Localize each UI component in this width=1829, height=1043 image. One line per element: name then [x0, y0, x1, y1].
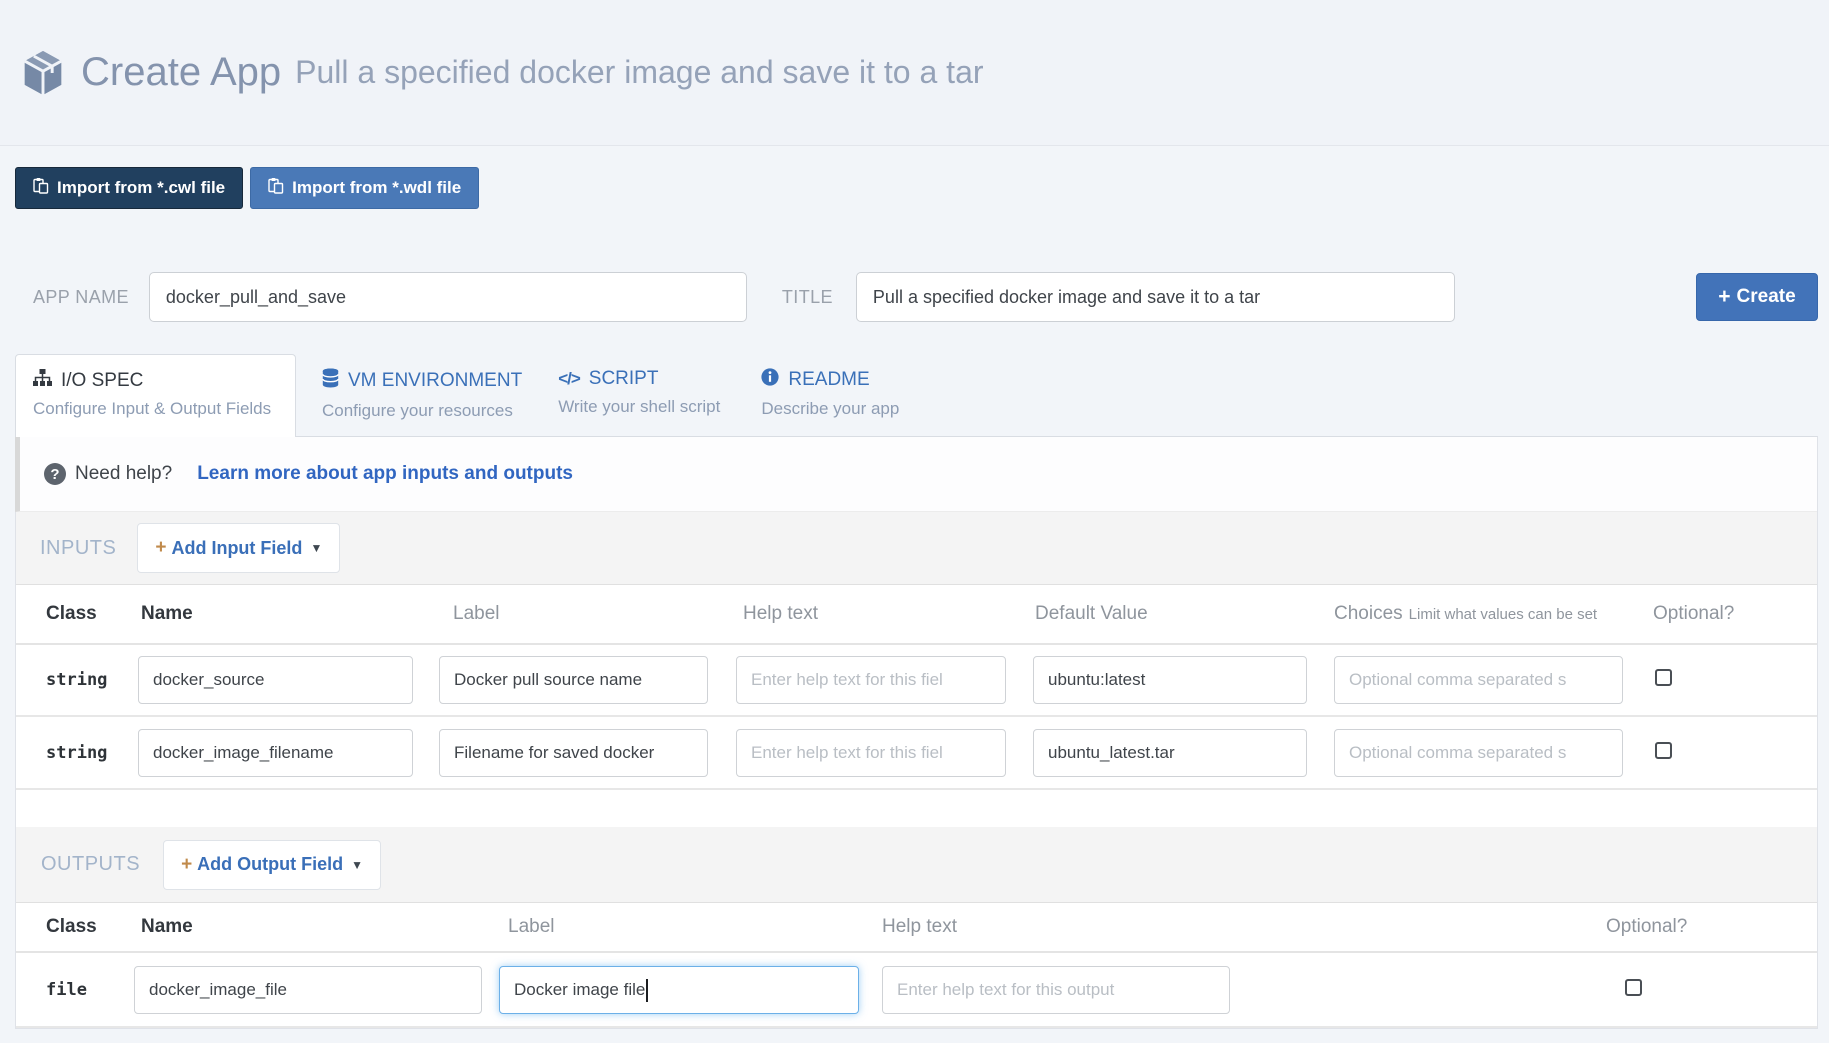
table-row: file	[16, 953, 1817, 1028]
table-row: string	[16, 645, 1817, 717]
import-wdl-button[interactable]: Import from *.wdl file	[250, 167, 479, 209]
optional-checkbox[interactable]	[1625, 979, 1642, 996]
optional-checkbox[interactable]	[1655, 742, 1672, 759]
caret-down-icon: ▼	[310, 541, 322, 555]
input-label-field[interactable]	[439, 729, 708, 777]
add-input-field-label: Add Input Field	[171, 538, 302, 559]
tab-label: README	[788, 369, 869, 391]
outputs-section-header: OUTPUTS + Add Output Field ▼	[16, 827, 1817, 903]
plus-icon: +	[155, 537, 166, 559]
plus-icon: +	[181, 854, 192, 876]
input-label-field[interactable]	[439, 656, 708, 704]
input-default-field[interactable]	[1033, 656, 1307, 704]
sitemap-icon	[33, 369, 52, 392]
code-icon: </>	[558, 369, 580, 389]
cube-icon	[21, 49, 65, 97]
column-header-choices: ChoicesLimit what values can be set	[1334, 603, 1623, 625]
output-name-field[interactable]	[134, 966, 482, 1014]
page-header: Create App Pull a specified docker image…	[0, 0, 1829, 146]
learn-more-link[interactable]: Learn more about app inputs and outputs	[197, 463, 573, 485]
input-default-field[interactable]	[1033, 729, 1307, 777]
input-class: string	[46, 743, 138, 763]
column-header-label: Label	[499, 916, 859, 938]
app-name-label: APP NAME	[33, 287, 129, 308]
add-output-field-button[interactable]: + Add Output Field ▼	[163, 840, 381, 890]
tab-sublabel: Describe your app	[761, 399, 899, 419]
tab-vm-environment[interactable]: VM ENVIRONMENT Configure your resources	[322, 354, 522, 436]
input-name-field[interactable]	[138, 656, 413, 704]
choices-hint: Limit what values can be set	[1409, 606, 1597, 623]
inputs-section-header: INPUTS + Add Input Field ▼	[16, 512, 1817, 585]
add-output-field-label: Add Output Field	[197, 854, 343, 875]
paste-icon	[268, 177, 284, 199]
column-header-default: Default Value	[1033, 603, 1307, 625]
output-label-field[interactable]	[499, 966, 859, 1014]
tab-sublabel: Configure Input & Output Fields	[33, 399, 295, 419]
column-header-name: Name	[138, 603, 413, 625]
table-row: string	[16, 717, 1817, 790]
optional-checkbox[interactable]	[1655, 669, 1672, 686]
plus-icon: +	[1718, 285, 1730, 309]
import-wdl-label: Import from *.wdl file	[292, 178, 461, 198]
section-gap	[16, 790, 1817, 827]
inputs-section-label: INPUTS	[40, 537, 116, 560]
page-title: Create App	[81, 50, 281, 95]
tab-sublabel: Write your shell script	[558, 397, 720, 417]
page-subtitle: Pull a specified docker image and save i…	[295, 54, 983, 91]
input-name-field[interactable]	[138, 729, 413, 777]
create-button-label: Create	[1737, 286, 1796, 308]
title-label: TITLE	[782, 287, 833, 308]
output-class: file	[46, 980, 134, 1000]
input-help-field[interactable]	[736, 656, 1006, 704]
column-header-class: Class	[46, 603, 138, 625]
app-meta-form: APP NAME TITLE + Create	[15, 272, 1818, 322]
column-header-label: Label	[439, 603, 708, 625]
column-header-help: Help text	[882, 916, 1230, 938]
column-header-help: Help text	[736, 603, 1006, 625]
tab-io-spec[interactable]: I/O SPEC Configure Input & Output Fields	[15, 354, 296, 437]
tab-bar: I/O SPEC Configure Input & Output Fields…	[15, 354, 1829, 436]
info-icon	[761, 368, 779, 392]
outputs-section-label: OUTPUTS	[41, 853, 140, 876]
create-button[interactable]: + Create	[1696, 273, 1818, 321]
input-choices-field[interactable]	[1334, 656, 1623, 704]
tab-readme[interactable]: README Describe your app	[761, 354, 899, 436]
import-cwl-button[interactable]: Import from *.cwl file	[15, 167, 243, 209]
inputs-table-header: Class Name Label Help text Default Value…	[16, 585, 1817, 645]
paste-icon	[33, 177, 49, 199]
tab-label: VM ENVIRONMENT	[348, 370, 522, 392]
column-header-optional: Optional?	[1606, 916, 1726, 938]
outputs-table-header: Class Name Label Help text Optional?	[16, 903, 1817, 953]
tab-label: SCRIPT	[589, 368, 659, 390]
tab-sublabel: Configure your resources	[322, 401, 522, 421]
app-name-input[interactable]	[149, 272, 747, 322]
column-header-optional: Optional?	[1653, 603, 1763, 625]
question-icon: ?	[44, 463, 66, 485]
database-icon	[322, 368, 339, 394]
input-class: string	[46, 670, 138, 690]
input-help-field[interactable]	[736, 729, 1006, 777]
need-help-row: ? Need help? Learn more about app inputs…	[15, 437, 1817, 512]
tab-script[interactable]: </> SCRIPT Write your shell script	[558, 354, 720, 436]
output-help-field[interactable]	[882, 966, 1230, 1014]
column-header-name: Name	[134, 916, 482, 938]
column-header-class: Class	[46, 916, 134, 938]
import-toolbar: Import from *.cwl file Import from *.wdl…	[15, 167, 1829, 209]
title-input[interactable]	[856, 272, 1455, 322]
tab-label: I/O SPEC	[61, 370, 143, 392]
import-cwl-label: Import from *.cwl file	[57, 178, 225, 198]
need-help-text: Need help?	[75, 463, 172, 485]
caret-down-icon: ▼	[351, 858, 363, 872]
io-spec-panel: ? Need help? Learn more about app inputs…	[15, 436, 1818, 1029]
input-choices-field[interactable]	[1334, 729, 1623, 777]
add-input-field-button[interactable]: + Add Input Field ▼	[137, 523, 340, 573]
text-cursor	[646, 979, 648, 1002]
